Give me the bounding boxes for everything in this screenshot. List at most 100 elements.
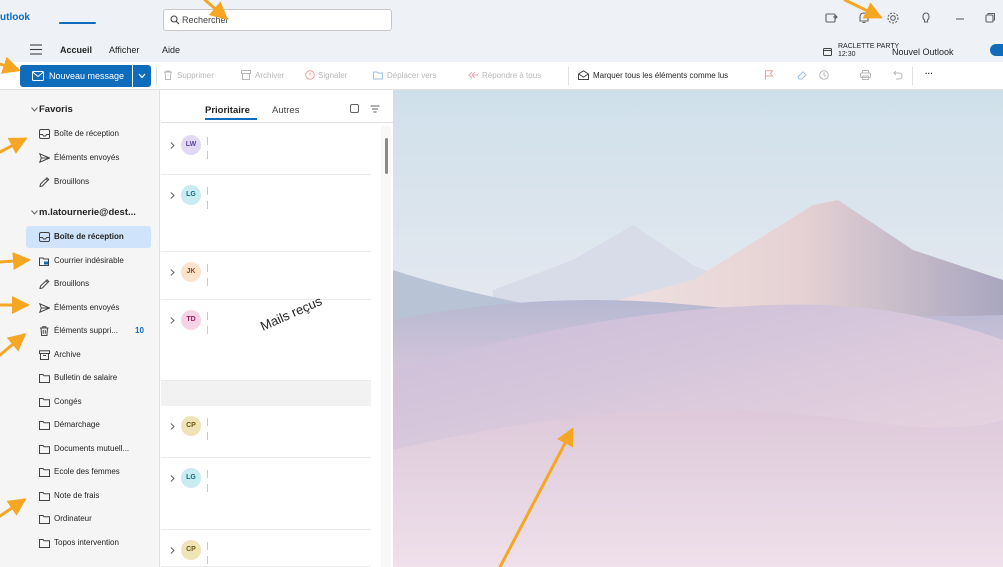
new-message-label: Nouveau message: [49, 71, 125, 81]
tab-accueil[interactable]: Accueil: [60, 45, 92, 55]
inbox-icon: [39, 129, 50, 139]
chevron-down-icon[interactable]: [31, 107, 38, 112]
send-icon: [39, 153, 50, 163]
folder-icon: [39, 421, 50, 430]
search-placeholder: Rechercher: [182, 15, 229, 25]
folder-label: Ecole des femmes: [54, 467, 120, 476]
new-message-dropdown[interactable]: [133, 65, 151, 87]
junk-icon: [39, 257, 49, 266]
unread-count-badge: 10: [135, 326, 144, 335]
favorite-item[interactable]: Brouillons: [26, 171, 151, 193]
landscape-background-image: [393, 90, 1003, 567]
list-item[interactable]: JK: [161, 252, 371, 300]
flag-icon[interactable]: [764, 70, 774, 80]
list-item[interactable]: CP: [161, 406, 371, 458]
delete-button[interactable]: Supprimer: [177, 71, 214, 80]
chevron-right-icon[interactable]: [170, 547, 175, 554]
sidebar-folder-item[interactable]: Archive: [26, 344, 151, 366]
folder-icon: [39, 538, 50, 548]
subject-line: [207, 278, 208, 286]
chevron-right-icon[interactable]: [170, 142, 175, 149]
folder-label: Démarchage: [54, 420, 100, 429]
undo-icon[interactable]: [893, 70, 903, 80]
folder-icon: [39, 491, 50, 501]
list-item[interactable]: LW: [161, 125, 371, 175]
reply-all-icon: [468, 71, 478, 79]
list-item[interactable]: TD: [161, 300, 371, 381]
search-input[interactable]: Rechercher: [163, 9, 392, 31]
sidebar-folder-item[interactable]: Éléments envoyés: [26, 297, 151, 319]
avatar: LW: [181, 135, 201, 155]
chevron-right-icon[interactable]: [170, 475, 175, 482]
hamburger-menu-icon[interactable]: [30, 44, 42, 55]
title-bar: [0, 0, 1003, 37]
sidebar-folder-item[interactable]: Courrier indésirable: [26, 250, 151, 272]
toolbar-separator: [912, 67, 913, 85]
bell-icon[interactable]: [857, 11, 871, 25]
sidebar-folder-item[interactable]: Ordinateur: [26, 508, 151, 530]
sidebar-folder-item[interactable]: Démarchage: [26, 414, 151, 436]
favorite-item[interactable]: Boîte de réception: [26, 123, 151, 145]
more-options-button[interactable]: ···: [925, 69, 933, 78]
chevron-right-icon[interactable]: [170, 423, 175, 430]
gear-icon[interactable]: [886, 11, 900, 25]
sidebar-folder-item[interactable]: Documents mutuell...: [26, 438, 151, 460]
app-brand: utlook: [0, 12, 30, 23]
sender-line: [207, 137, 208, 145]
folder-label: Note de frais: [54, 490, 100, 500]
report-button[interactable]: Signaler: [318, 71, 347, 80]
scrollbar-thumb[interactable]: [385, 138, 388, 174]
sender-line: [207, 312, 208, 320]
archive-button[interactable]: Archiver: [255, 71, 284, 80]
favorite-item[interactable]: Éléments envoyés: [26, 147, 151, 169]
sidebar-folder-item[interactable]: Éléments suppri... 10: [26, 320, 151, 342]
clock-icon[interactable]: [819, 70, 829, 80]
sidebar-folder-item[interactable]: Brouillons: [26, 273, 151, 295]
sidebar-folder-item[interactable]: Topos intervention: [26, 532, 151, 554]
tab-afficher[interactable]: Afficher: [109, 45, 139, 55]
sidebar-folder-item[interactable]: Ecole des femmes: [26, 461, 151, 483]
event-time: 12:30: [838, 51, 856, 58]
mail-icon: [32, 71, 44, 81]
reply-all-button[interactable]: Répondre à tous: [482, 71, 541, 80]
event-title[interactable]: RACLETTE PARTY: [838, 43, 899, 51]
select-mode-icon[interactable]: [350, 104, 360, 114]
folder-label: Brouillons: [54, 279, 90, 288]
chevron-right-icon[interactable]: [170, 317, 175, 324]
list-scrollbar[interactable]: [381, 126, 391, 567]
tab-prioritaire[interactable]: Prioritaire: [205, 105, 250, 116]
print-icon[interactable]: [860, 70, 871, 80]
lightbulb-icon[interactable]: [919, 11, 933, 25]
list-item[interactable]: CP: [161, 530, 371, 567]
folder-icon: [39, 515, 50, 524]
mail-read-icon: [578, 70, 589, 80]
reading-pane: [393, 90, 1003, 567]
list-item[interactable]: LG: [161, 458, 371, 530]
eraser-icon[interactable]: [797, 70, 807, 80]
sidebar-folder-item[interactable]: Note de frais: [26, 485, 151, 507]
avatar: TD: [181, 310, 201, 330]
chevron-right-icon[interactable]: [170, 269, 175, 276]
chevron-down-icon[interactable]: [31, 210, 38, 215]
folder-label: Topos intervention: [54, 537, 119, 547]
chevron-right-icon[interactable]: [170, 192, 175, 199]
pencil-icon: [39, 279, 50, 289]
tab-aide[interactable]: Aide: [162, 45, 180, 55]
calendar-share-icon[interactable]: [824, 11, 838, 25]
sidebar-folder-item[interactable]: Boîte de réception: [26, 226, 151, 248]
mark-all-read-button[interactable]: Marquer tous les éléments comme lus: [593, 71, 728, 80]
minimize-icon[interactable]: [953, 11, 967, 25]
filter-icon[interactable]: [370, 104, 380, 114]
account-header[interactable]: m.latournerie@dest...: [39, 207, 136, 218]
new-message-button[interactable]: Nouveau message: [20, 65, 132, 87]
sidebar-folder-item[interactable]: Bulletin de salaire: [26, 367, 151, 389]
tab-autres[interactable]: Autres: [272, 105, 299, 116]
sidebar-folder-item[interactable]: Congés: [26, 391, 151, 413]
new-outlook-toggle[interactable]: [990, 44, 1003, 56]
move-to-button[interactable]: Déplacer vers: [387, 71, 436, 80]
favorites-header[interactable]: Favoris: [39, 104, 73, 115]
list-item[interactable]: LG: [161, 175, 371, 252]
subject-line: [207, 432, 208, 440]
folder-label: Bulletin de salaire: [54, 373, 118, 382]
restore-icon[interactable]: [983, 11, 997, 25]
